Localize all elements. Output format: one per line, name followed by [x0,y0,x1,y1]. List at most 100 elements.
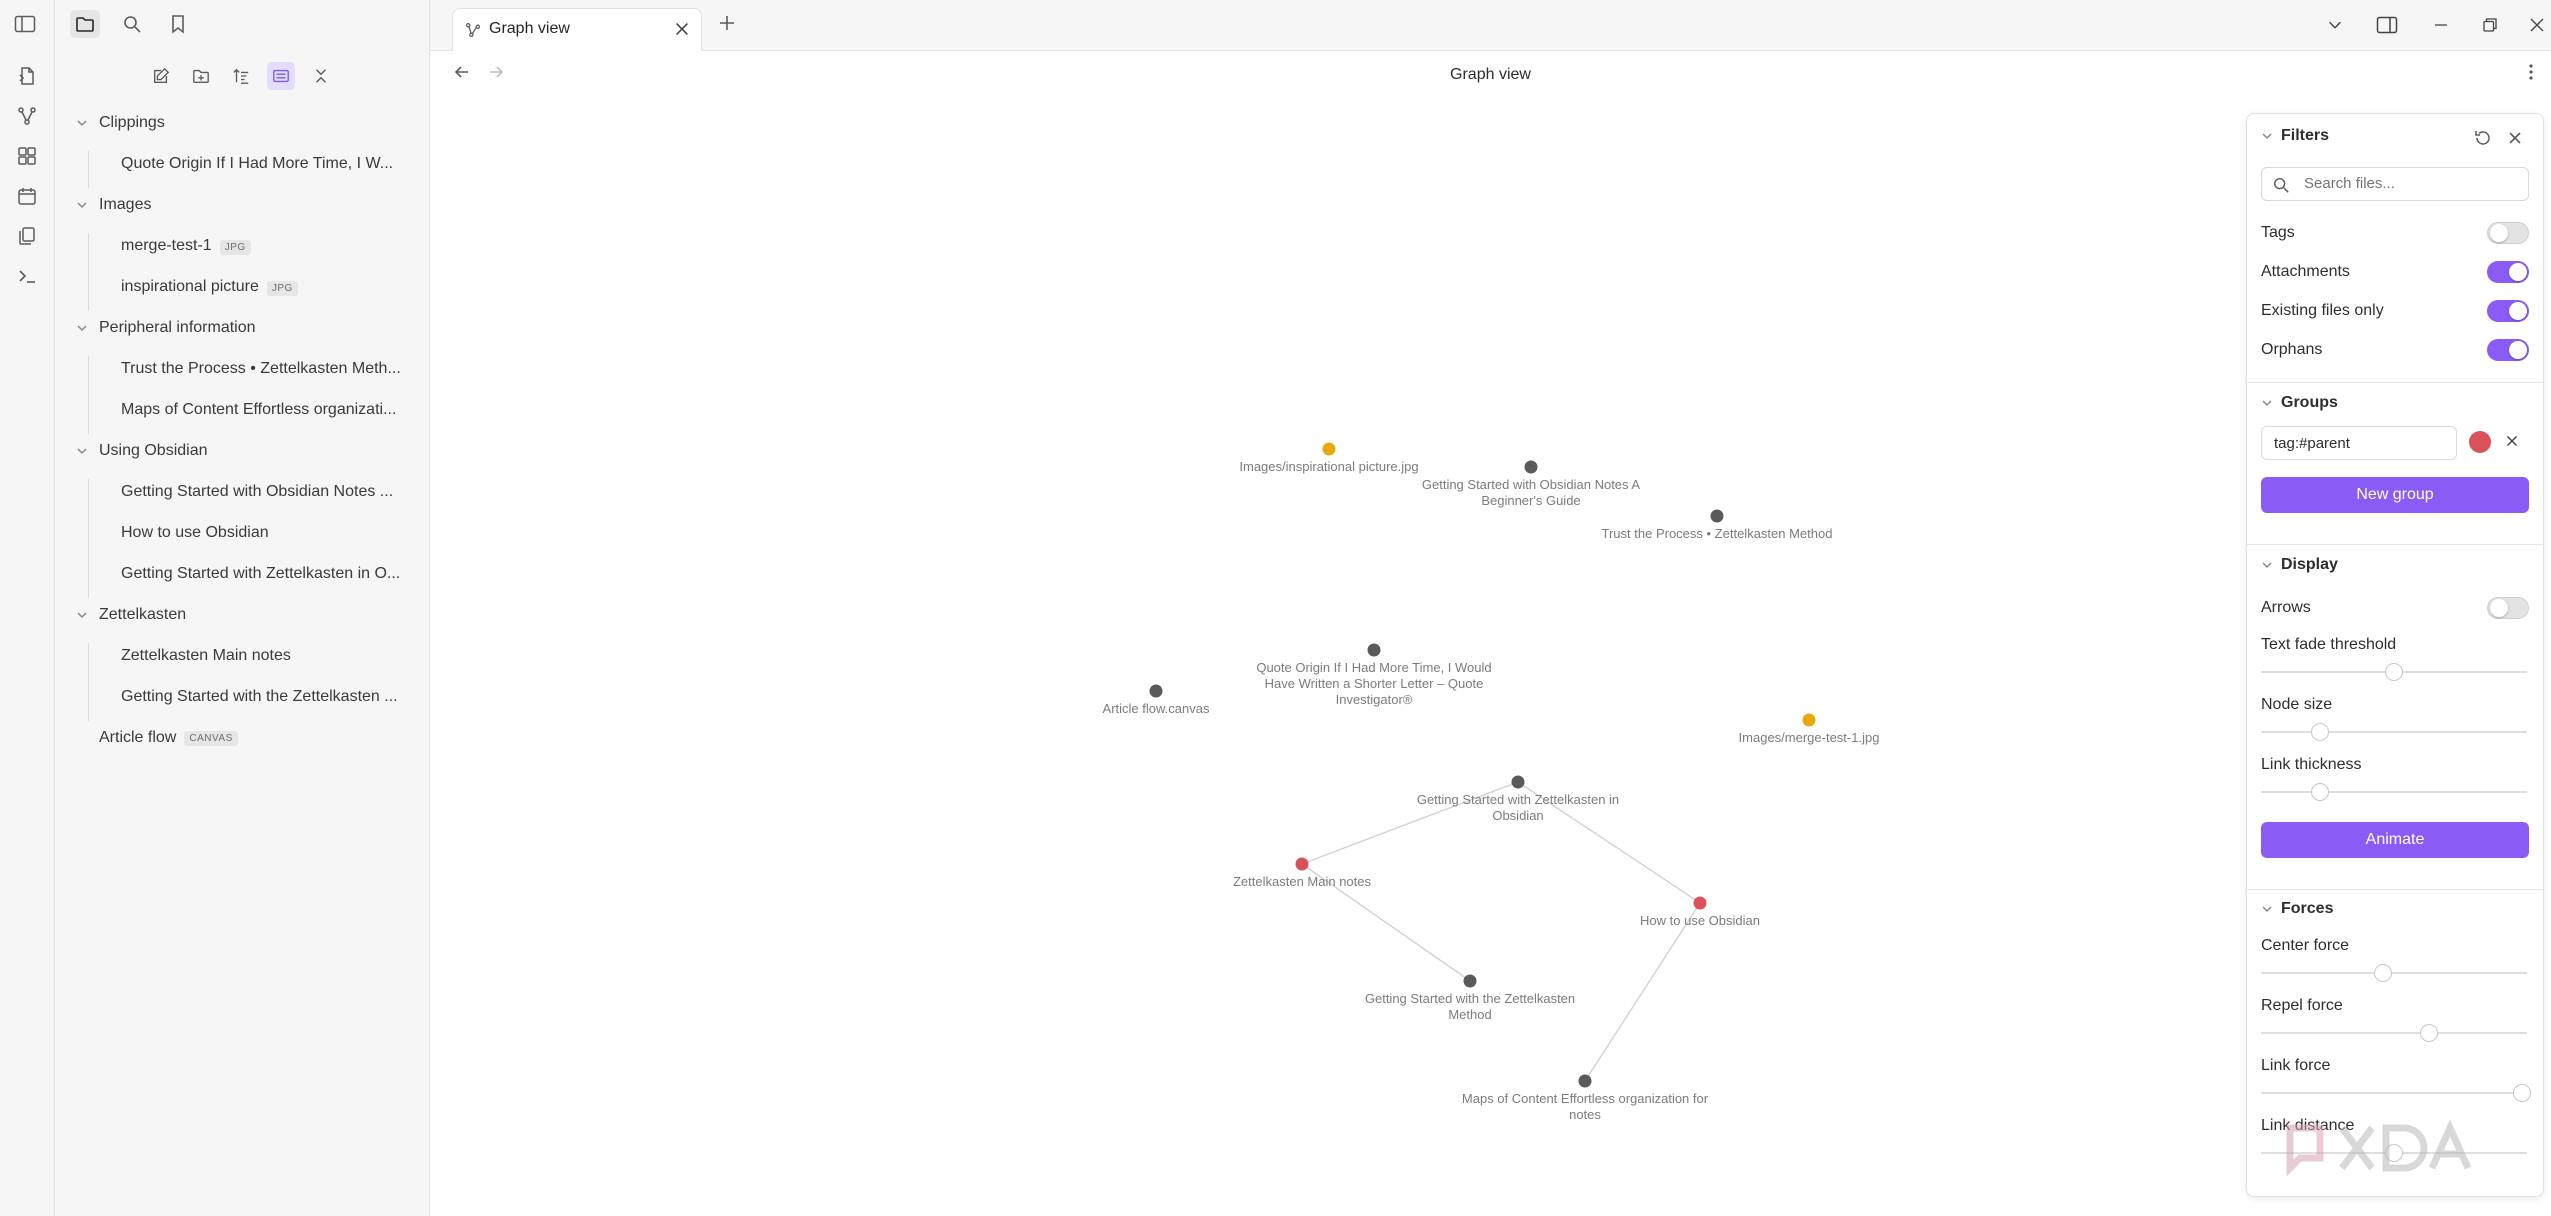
graph-node[interactable] [1693,896,1707,910]
indent-guide [88,151,89,188]
graph-node[interactable] [1578,1074,1592,1088]
filter-toggle[interactable] [2487,300,2529,322]
search-icon[interactable] [117,10,147,38]
search-files-input[interactable] [2302,174,2516,193]
tab-list-chevron-icon[interactable] [2322,12,2348,38]
group-color-swatch[interactable] [2469,431,2491,453]
sort-icon[interactable] [227,62,255,90]
graph-node-label: Getting Started with Zettelkasten in Obs… [1416,792,1620,823]
slider[interactable] [2261,782,2527,802]
search-files-field[interactable] [2261,167,2529,201]
slider[interactable] [2261,662,2527,682]
group-query-field[interactable] [2261,426,2457,460]
file-type-badge: CANVAS [184,730,238,746]
forces-section-header[interactable]: Forces [2261,900,2333,918]
slider-thumb[interactable] [2512,1084,2531,1102]
file-label: Maps of Content Effortless organizati... [121,401,397,418]
close-panel-icon[interactable] [2505,128,2525,148]
more-options-icon[interactable] [2521,62,2541,82]
file-label: How to use Obsidian [121,524,269,541]
graph-node[interactable] [1710,509,1724,523]
toggle-knob [2509,341,2527,359]
file-type-badge: JPG [266,281,298,296]
restore-default-icon[interactable] [2473,128,2493,148]
command-palette-icon[interactable] [14,263,40,289]
groups-section-header[interactable]: Groups [2261,394,2338,412]
graph-link [1584,902,1701,1082]
collapse-all-icon[interactable] [307,62,335,90]
filter-label: Attachments [2261,263,2350,280]
slider[interactable] [2261,963,2527,983]
canvas-icon[interactable] [14,143,40,169]
slider-thumb[interactable] [2419,1024,2438,1042]
animate-button[interactable]: Animate [2261,822,2529,858]
folder-label: Clippings [99,114,165,131]
graph-node[interactable] [1511,775,1525,789]
new-note-icon[interactable] [147,62,175,90]
graph-node[interactable] [1149,684,1163,698]
slider-thumb[interactable] [2310,783,2329,801]
bookmarks-icon[interactable] [163,10,193,38]
templates-icon[interactable] [14,223,40,249]
new-folder-icon[interactable] [187,62,215,90]
file-label: Article flow CANVAS [99,729,238,747]
slider[interactable] [2261,722,2527,742]
files-icon[interactable] [70,10,100,38]
graph-svg [1149,442,1816,1088]
divider [2247,889,2543,890]
slider-thumb[interactable] [2374,964,2393,982]
slider-thumb[interactable] [2385,663,2403,681]
graph-node[interactable] [1367,643,1381,657]
remove-group-icon[interactable] [2503,432,2521,450]
graph-node[interactable] [1802,713,1816,727]
plus-icon[interactable] [717,13,737,33]
slider-thumb[interactable] [2310,723,2329,741]
close-window-icon[interactable] [2524,12,2550,38]
daily-note-icon[interactable] [14,183,40,209]
slider-track [2261,1092,2527,1094]
graph-node[interactable] [1463,974,1477,988]
file-label: merge-test-1 JPG [121,237,251,255]
filter-toggle[interactable] [2487,261,2529,283]
slider[interactable] [2261,1023,2527,1043]
minimize-icon[interactable] [2428,12,2454,38]
group-query-input[interactable] [2272,434,2456,453]
graph-view-icon[interactable] [14,103,40,129]
tab-bar: Graph view [430,0,2551,51]
arrows-toggle[interactable] [2487,597,2529,619]
slider-label: Repel force [2261,997,2343,1014]
toggle-right-sidebar-icon[interactable] [2374,12,2400,38]
filter-toggle[interactable] [2487,222,2529,244]
graph-node[interactable] [1295,857,1309,871]
file-label: Trust the Process • Zettelkasten Meth... [121,360,401,377]
graph-canvas[interactable]: Images/inspirational picture.jpg Getting … [430,97,2551,1216]
graph-controls-panel: Filters Tags Attachments Existing files on… [2246,113,2544,1197]
chevron-down-icon [2261,903,2273,915]
filter-toggle[interactable] [2487,339,2529,361]
chevron-down-icon [76,117,88,129]
open-quick-switcher-icon[interactable] [14,63,40,89]
auto-reveal-icon[interactable] [267,62,295,90]
tab-graph-view[interactable]: Graph view [452,8,702,51]
filters-title: Filters [2281,127,2330,144]
display-section-header[interactable]: Display [2261,556,2338,574]
graph-node[interactable] [1524,460,1538,474]
divider [2247,382,2543,383]
graph-node-label: Trust the Process • Zettelkasten Method [1601,526,1833,541]
folder-label: Zettelkasten [99,606,187,623]
chevron-down-icon [2261,397,2273,409]
toggle-sidebar-icon[interactable] [14,14,36,39]
restore-icon[interactable] [2477,12,2503,38]
graph-node-label: Getting Started with the Zettelkasten Me… [1364,991,1576,1022]
close-tab-icon[interactable] [673,20,691,38]
slider-label: Link thickness [2261,756,2362,773]
new-group-button[interactable]: New group [2261,477,2529,513]
graph-node-label: Zettelkasten Main notes [1232,874,1372,889]
graph-node[interactable] [1322,442,1336,456]
indent-guide [88,356,89,434]
file-label: Zettelkasten Main notes [121,647,291,664]
file-label: Getting Started with the Zettelkasten ..… [121,688,398,705]
graph-node-label: Maps of Content Effortless organization … [1461,1091,1709,1122]
filters-section-header[interactable]: Filters [2261,127,2329,145]
slider[interactable] [2261,1083,2531,1103]
